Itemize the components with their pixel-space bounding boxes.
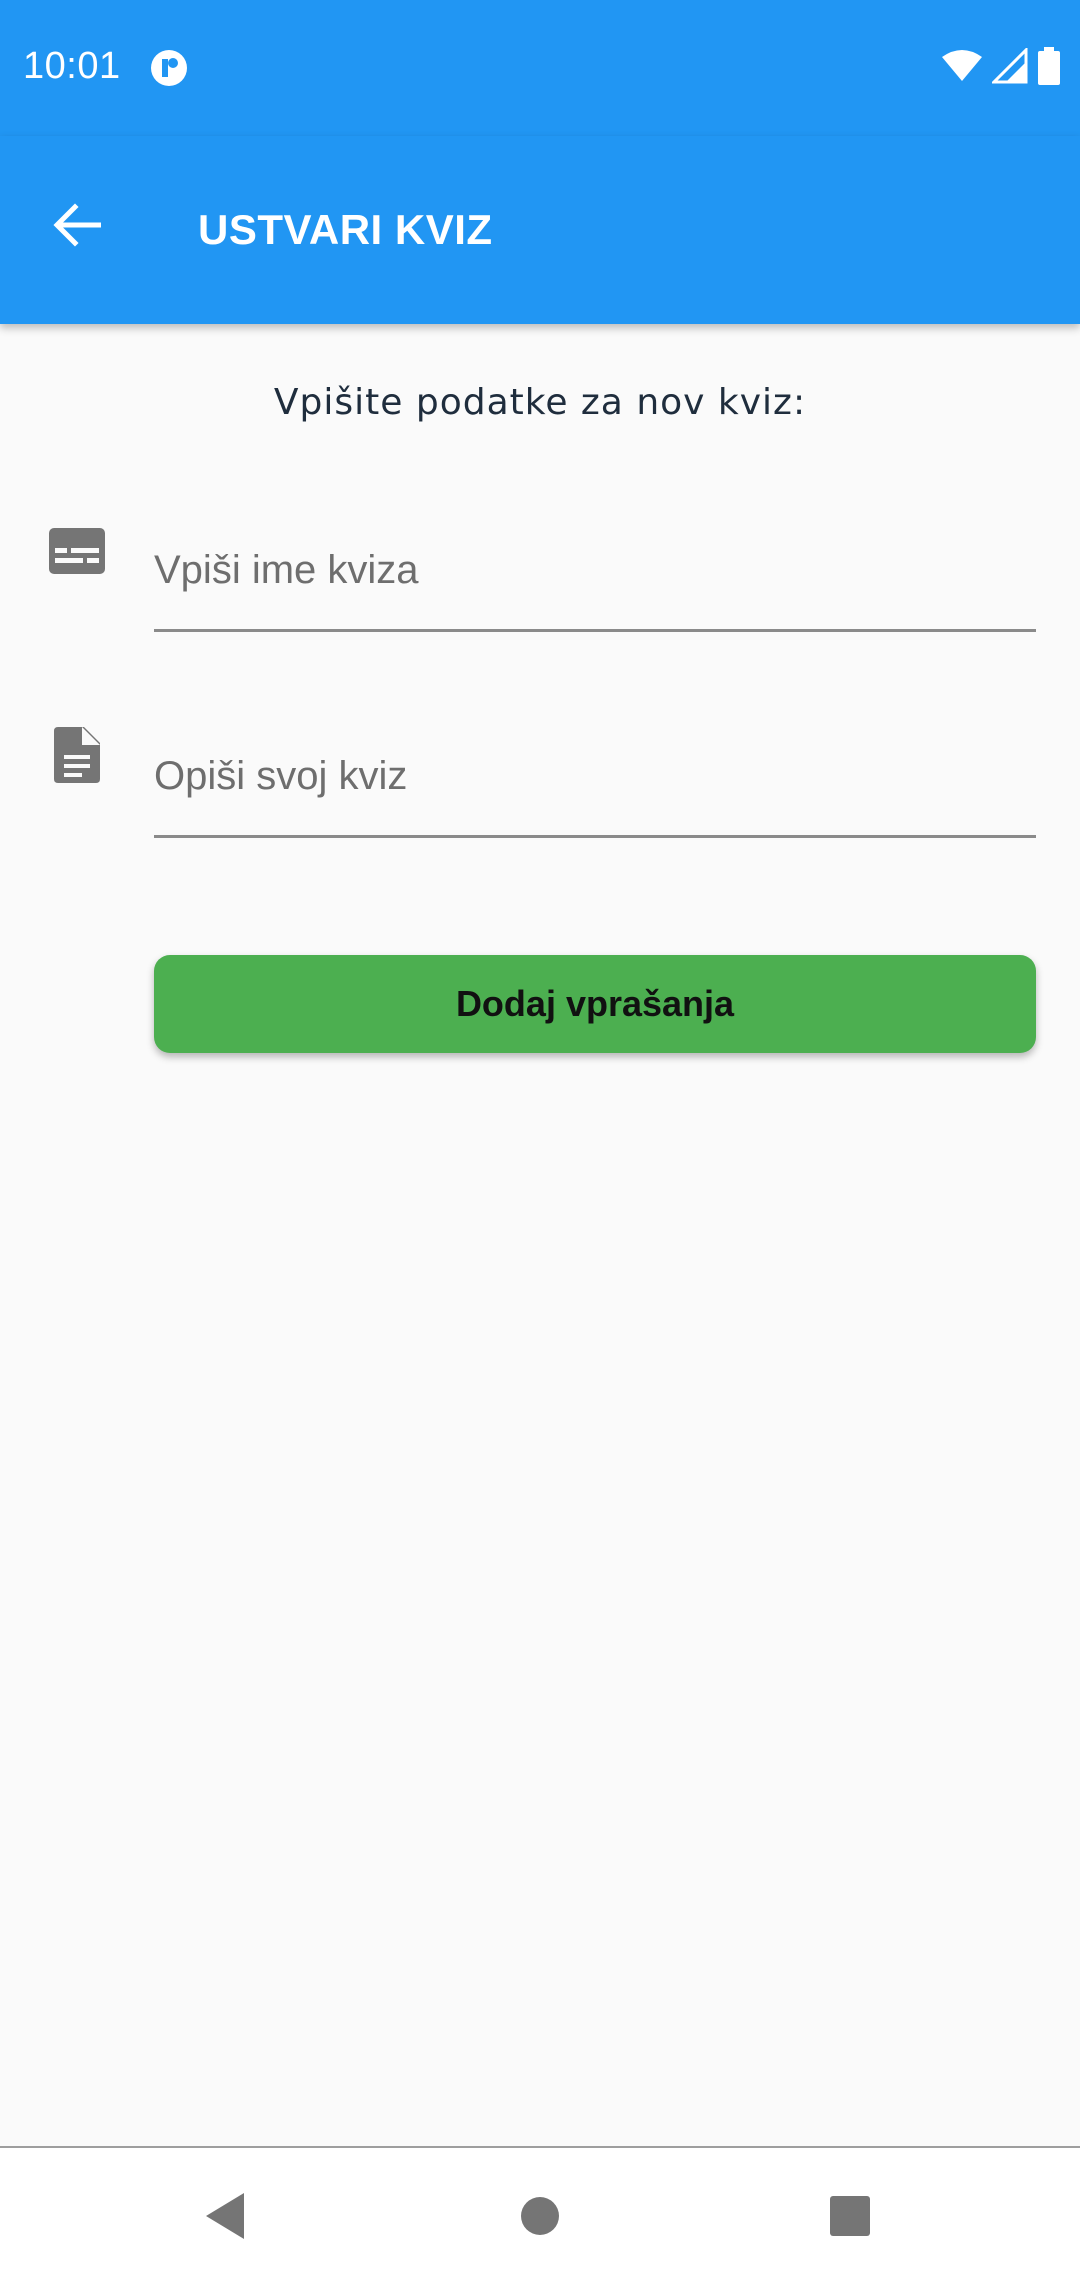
quiz-name-row [0, 492, 1080, 632]
nav-home-button[interactable] [500, 2178, 580, 2258]
circle-home-icon [520, 2196, 560, 2241]
app-bar: USTVARI KVIZ [0, 136, 1080, 324]
nav-back-button[interactable] [186, 2178, 266, 2258]
battery-icon [1038, 46, 1060, 90]
quiz-description-row [0, 698, 1080, 838]
triangle-back-icon [206, 2192, 246, 2244]
back-button[interactable] [42, 192, 112, 262]
status-time: 10:01 [23, 45, 121, 87]
navigation-bar [0, 2146, 1080, 2280]
square-recents-icon [830, 2195, 870, 2241]
page-title: USTVARI KVIZ [198, 206, 493, 253]
signal-icon [990, 45, 1028, 89]
status-bar: 10:01 [0, 0, 1080, 136]
subtitles-icon [48, 522, 106, 580]
nav-recents-button[interactable] [810, 2178, 890, 2258]
add-questions-button[interactable]: Dodaj vprašanja [154, 955, 1036, 1053]
wifi-icon [942, 49, 982, 88]
notification-app-icon [150, 49, 188, 87]
form-instructions: Vpišite podatke za nov kviz: [273, 382, 807, 423]
arrow-back-icon [53, 202, 102, 252]
screen: 10:01 USTVARI KVIZ Vpišite podatke za no… [0, 0, 1080, 2280]
quiz-name-input[interactable] [154, 512, 1036, 632]
document-icon [48, 726, 106, 784]
quiz-description-input[interactable] [154, 718, 1036, 838]
status-icons [942, 45, 1060, 90]
